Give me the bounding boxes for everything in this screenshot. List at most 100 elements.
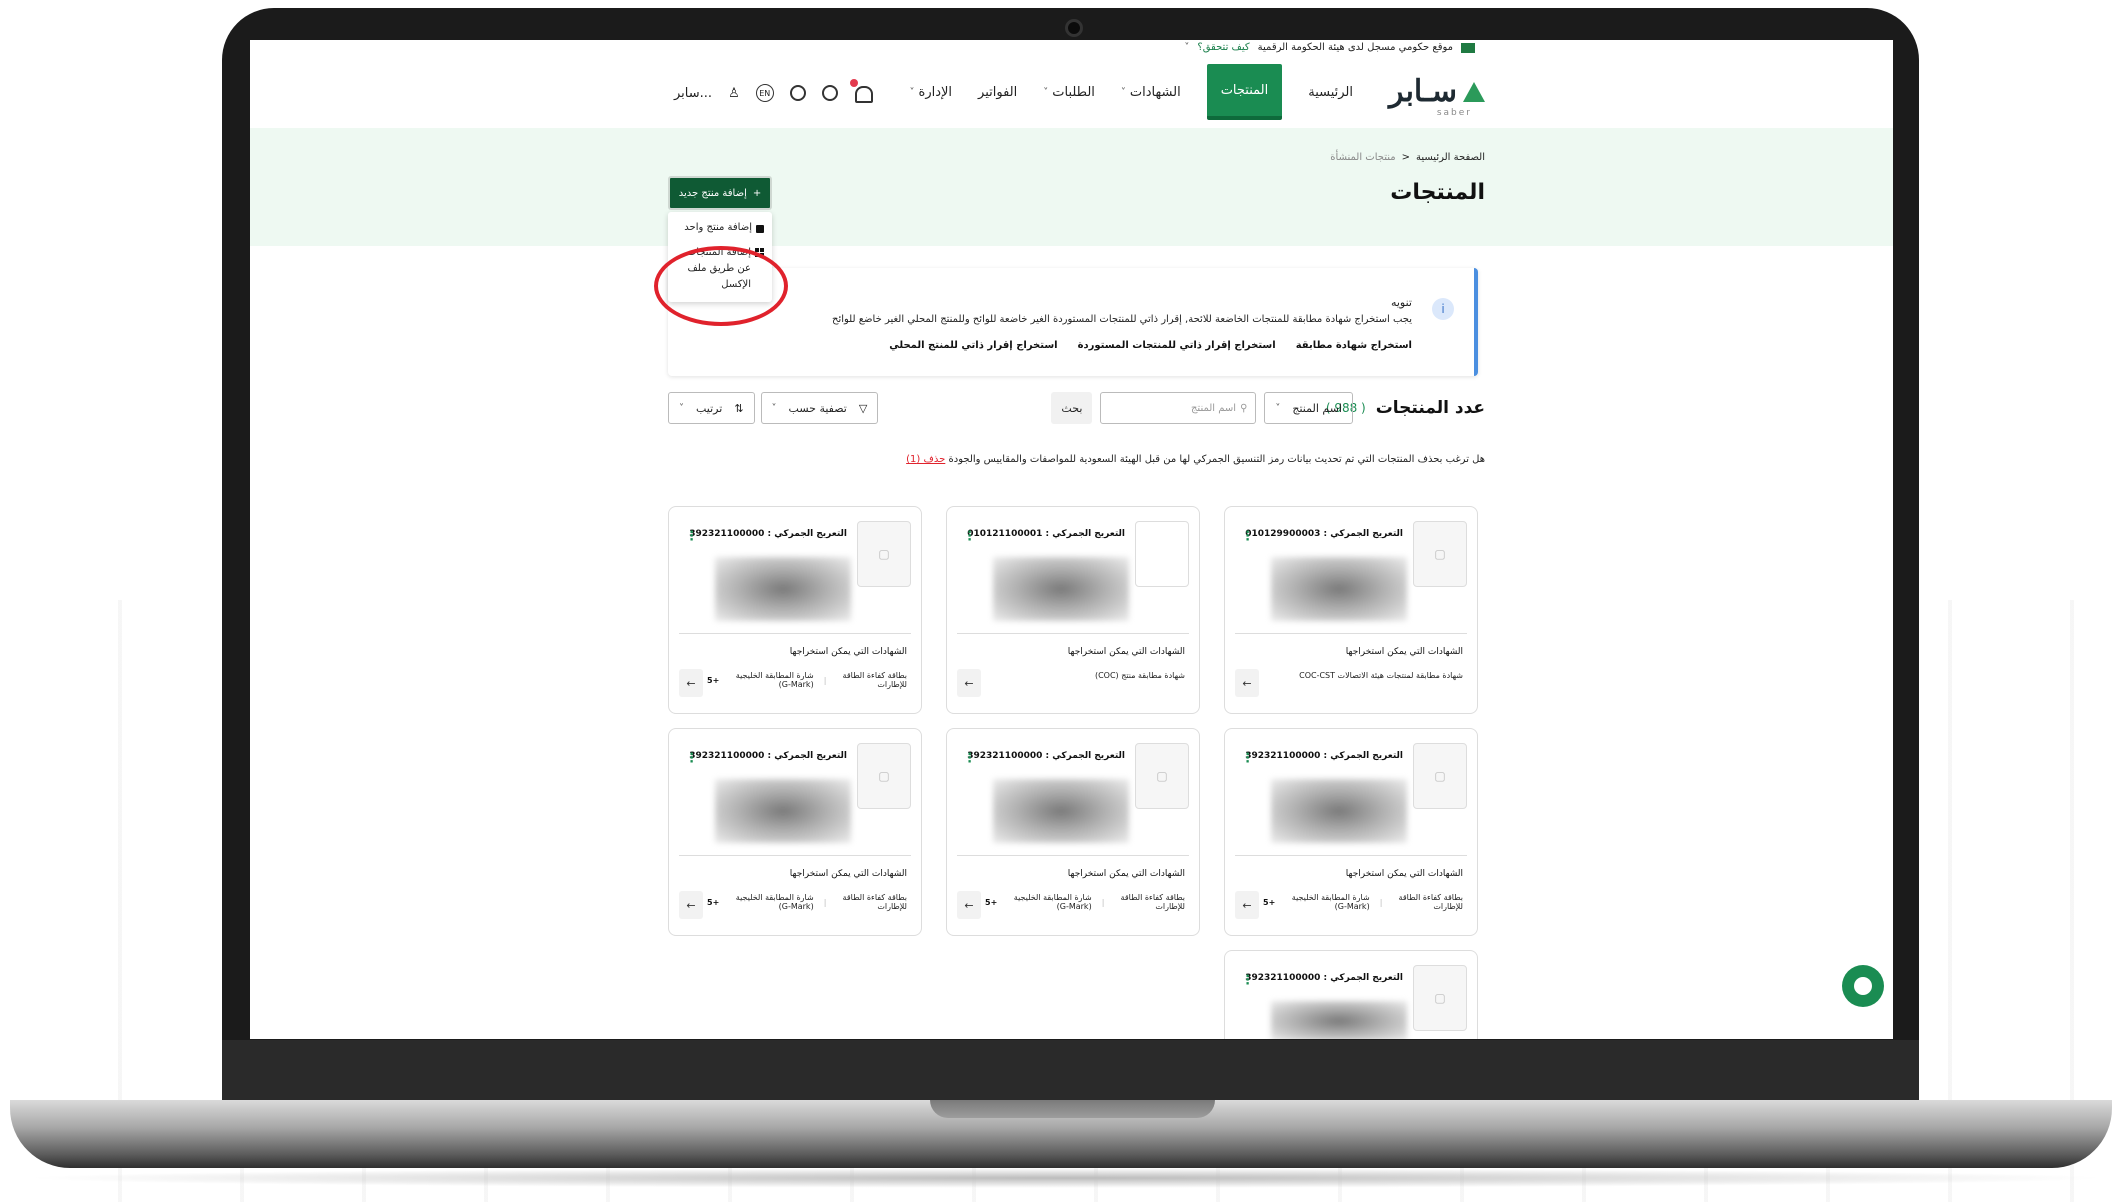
certs-list: شهادة مطابقة منتج (COC)	[1095, 671, 1185, 680]
search-field-select[interactable]: اسم المنتج ˅	[1264, 392, 1353, 424]
certs-label: الشهادات التي يمكن استخراجها	[789, 869, 907, 879]
bell-icon[interactable]	[849, 79, 873, 103]
filter-icon: ▽	[858, 401, 868, 415]
nav-label: الفواتير	[978, 84, 1018, 100]
laptop-notch	[930, 1100, 1215, 1118]
add-single-product-option[interactable]: إضافة منتج واحد	[676, 222, 772, 233]
chevron-down-icon: ˅	[1120, 86, 1126, 98]
search-input[interactable]: ⚲ اسم المنتج	[1100, 392, 1257, 424]
divider	[957, 633, 1189, 634]
tariff-code: التعريج الجمركي : 392321100000	[967, 751, 1125, 761]
question-text: هل ترغب بحذف المنتجات التي تم تحديث بيان…	[948, 454, 1486, 465]
product-card[interactable]: ▢ التعريج الجمركي : 392321100000 ⋮	[1224, 950, 1478, 1039]
cert-item: شهادة مطابقة منتج (COC)	[1094, 671, 1185, 680]
product-image-icon: ▢	[1413, 965, 1467, 1031]
add-product-button[interactable]: + إضافة منتج جديد	[668, 176, 772, 210]
tariff-code: التعريج الجمركي : 010121100001	[967, 529, 1125, 539]
issue-import-declaration-link[interactable]: استخراج إقرار ذاتي للمنتجات المستوردة	[1078, 340, 1276, 351]
product-card[interactable]: ▢ التعريج الجمركي : 392321100000 ⋮ الشها…	[668, 506, 922, 714]
language-toggle[interactable]: EN	[755, 84, 774, 102]
chevron-down-icon: ˅	[909, 86, 915, 98]
certs-list: شهادة مطابقة لمنتجات هيئة الاتصالات COC-…	[1299, 671, 1463, 680]
page-title: المنتجات	[1390, 180, 1485, 205]
chevron-down-icon: ˅	[1043, 86, 1049, 98]
blurred-image	[715, 557, 851, 621]
nav-item-certificates[interactable]: الشهادات ˅	[1121, 64, 1181, 120]
user-icon[interactable]: ♙	[728, 86, 740, 101]
certs-list: بطاقة كفاءة الطاقة للإطارات | شارة المطاب…	[707, 893, 907, 911]
issue-conformity-link[interactable]: استخراج شهادة مطابقة	[1296, 340, 1412, 351]
product-image-icon: ▢	[857, 743, 911, 809]
cert-item: بطاقة كفاءة الطاقة للإطارات	[1398, 893, 1463, 911]
nav-item-products[interactable]: المنتجات	[1206, 64, 1283, 120]
arrow-left-icon[interactable]: ←	[1235, 891, 1259, 919]
more-options-icon[interactable]: ⋮	[963, 751, 976, 766]
select-label: اسم المنتج	[1292, 401, 1342, 415]
filter-select[interactable]: ▽ تصفية حسب ˅	[760, 392, 879, 424]
more-options-icon[interactable]: ⋮	[1241, 751, 1254, 766]
arrow-left-icon[interactable]: ←	[679, 891, 703, 919]
arrow-left-icon[interactable]: ←	[1235, 669, 1259, 697]
more-certs-count: +5	[985, 897, 998, 907]
nav-item-requests[interactable]: الطلبات ˅	[1043, 64, 1095, 120]
logo-subtext: saber	[1436, 108, 1472, 118]
divider	[679, 633, 911, 634]
chevron-down-icon: ˅	[679, 402, 684, 414]
nav-tools: سابر... ♙ EN	[674, 79, 873, 103]
more-options-icon[interactable]: ⋮	[1241, 973, 1254, 988]
flag-icon	[1461, 42, 1475, 53]
product-card[interactable]: ▢ التعريج الجمركي : 392321100000 ⋮ الشها…	[1224, 728, 1478, 936]
arrow-left-icon[interactable]: ←	[679, 669, 703, 697]
delete-question: هل ترغب بحذف المنتجات التي تم تحديث بيان…	[906, 454, 1485, 465]
nav-item-home[interactable]: الرئيسية	[1308, 64, 1353, 120]
user-menu[interactable]: سابر...	[674, 86, 712, 101]
cert-item: بطاقة كفاءة الطاقة للإطارات	[1120, 893, 1185, 911]
tariff-code: التعريج الجمركي : 392321100000	[1245, 973, 1403, 983]
notice-box: i تنويه يجب استخراج شهادة مطابقة للمنتجا…	[668, 268, 1478, 376]
logo[interactable]: سـابر	[1389, 74, 1485, 109]
blurred-image	[1271, 557, 1407, 621]
separator: |	[1379, 897, 1383, 907]
search-icon[interactable]	[789, 85, 806, 101]
filter-actions: ⇅ ترتيب ˅ ▽ تصفية حسب ˅	[668, 392, 879, 424]
sort-select[interactable]: ⇅ ترتيب ˅	[668, 392, 755, 424]
certs-label: الشهادات التي يمكن استخراجها	[1345, 869, 1463, 879]
gov-verify-link[interactable]: كيف تتحقق؟	[1197, 42, 1249, 53]
screen: موقع حكومي مسجل لدى هيئة الحكومة الرقمية…	[250, 40, 1893, 1039]
search-icon: ⚲	[1240, 402, 1248, 414]
gov-text: موقع حكومي مسجل لدى هيئة الحكومة الرقمية	[1257, 42, 1453, 53]
product-card[interactable]: ▢ التعريج الجمركي : 392321100000 ⋮ الشها…	[946, 728, 1200, 936]
cert-item: شهادة مطابقة لمنتجات هيئة الاتصالات COC-…	[1299, 671, 1463, 680]
product-card[interactable]: التعريج الجمركي : 010121100001 ⋮ الشهادا…	[946, 506, 1200, 714]
product-image-icon	[1135, 521, 1189, 587]
breadcrumb: الصفحة الرئيسية < منتجات المنشأة	[1330, 152, 1485, 163]
blurred-image	[1271, 1001, 1407, 1039]
logo-triangle-icon	[1463, 81, 1485, 102]
separator: |	[823, 675, 827, 685]
breadcrumb-home[interactable]: الصفحة الرئيسية	[1416, 152, 1485, 163]
blurred-image	[715, 779, 851, 843]
more-options-icon[interactable]: ⋮	[963, 529, 976, 544]
product-card[interactable]: ▢ التعريج الجمركي : 392321100000 ⋮ الشها…	[668, 728, 922, 936]
product-card[interactable]: ▢ التعريج الجمركي : 010129900003 ⋮ الشها…	[1224, 506, 1478, 714]
more-options-icon[interactable]: ⋮	[685, 529, 698, 544]
product-image-icon: ▢	[1413, 743, 1467, 809]
chat-button[interactable]	[1842, 965, 1884, 1007]
more-options-icon[interactable]: ⋮	[685, 751, 698, 766]
cert-item: شارة المطابقة الخليجية (G-Mark)	[1013, 893, 1092, 911]
blurred-image	[993, 557, 1129, 621]
issue-local-declaration-link[interactable]: استخراج إقرار ذاتي للمنتج المحلي	[889, 340, 1057, 351]
accessibility-icon[interactable]	[821, 85, 838, 101]
arrow-left-icon[interactable]: ←	[957, 669, 981, 697]
nav-label: الإدارة	[918, 84, 953, 100]
chat-icon	[1854, 977, 1872, 995]
delete-link[interactable]: حذف (1)	[906, 454, 945, 465]
divider	[679, 855, 911, 856]
nav-item-invoices[interactable]: الفواتير	[978, 64, 1017, 120]
nav-item-admin[interactable]: الإدارة ˅	[910, 64, 953, 120]
logo-text: سـابر	[1389, 74, 1457, 109]
search-button[interactable]: بحث	[1051, 392, 1093, 424]
sort-label: ترتيب	[696, 401, 723, 415]
arrow-left-icon[interactable]: ←	[957, 891, 981, 919]
more-options-icon[interactable]: ⋮	[1241, 529, 1254, 544]
